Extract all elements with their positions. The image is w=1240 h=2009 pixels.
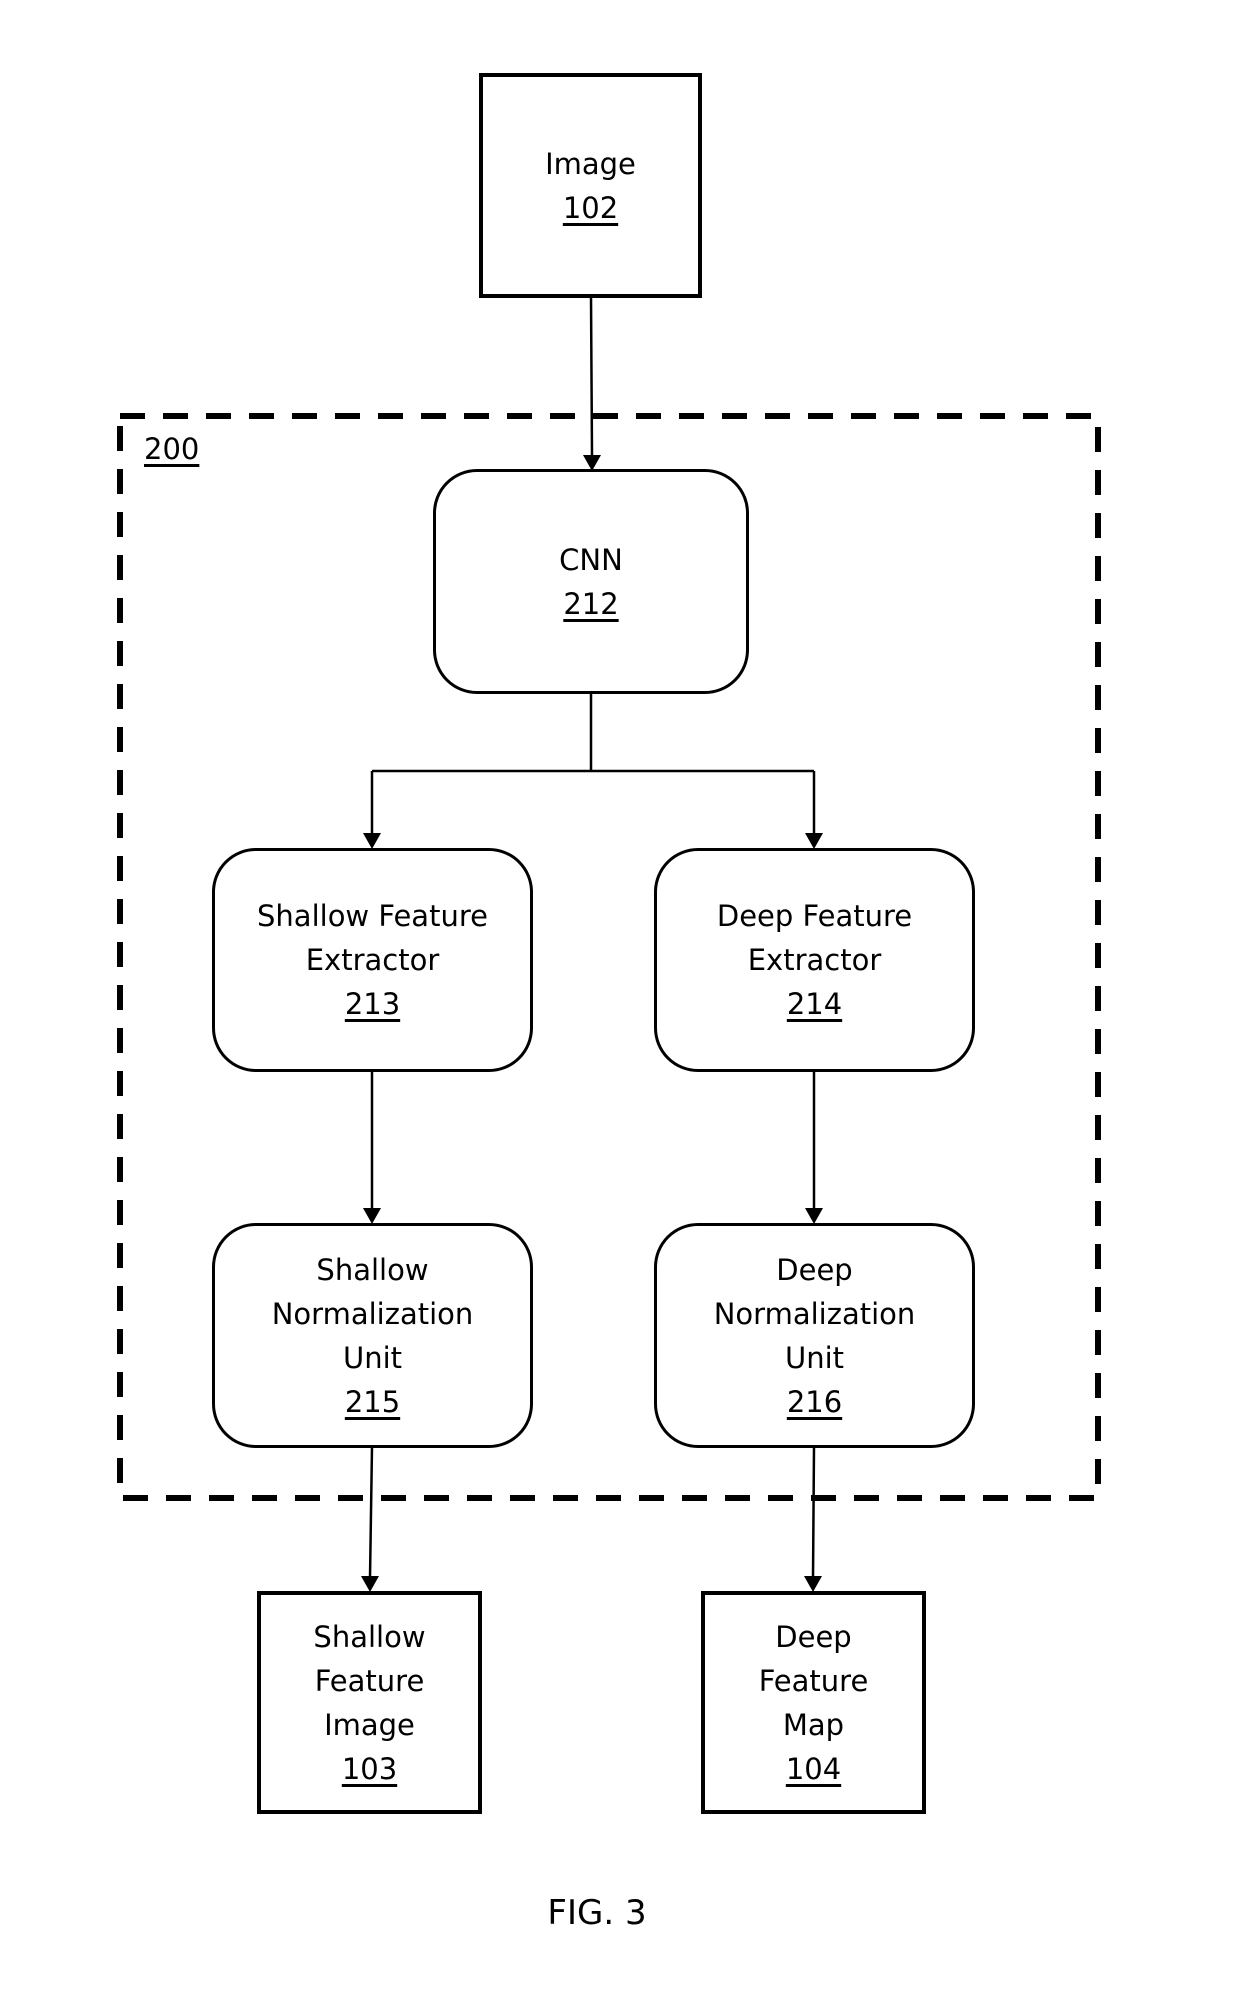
- node-label-line: Feature: [758, 1663, 869, 1698]
- node-label-line: Map: [782, 1707, 845, 1742]
- node-label: CNN: [559, 542, 623, 577]
- figure-caption: FIG. 3: [547, 1893, 647, 1933]
- node-image: Image 102: [479, 73, 702, 298]
- arrow-shallow-norm-to-output: [368, 1446, 374, 1579]
- node-deep-feature-map: Deep Feature Map 104: [701, 1591, 926, 1814]
- arrowhead: [363, 833, 381, 849]
- node-label-line: Normalization: [271, 1296, 474, 1331]
- node-label-line: Extractor: [305, 943, 440, 977]
- arrowhead: [361, 1576, 379, 1592]
- node-label-line: Shallow: [316, 1252, 429, 1287]
- node-label: Image: [545, 146, 636, 181]
- ref-number: 103: [341, 1751, 398, 1786]
- system-ref-label: 200: [144, 432, 199, 466]
- node-label-line: Image: [324, 1707, 415, 1742]
- node-label-line: Deep: [775, 1619, 852, 1654]
- arrow-image-to-cnn: [589, 296, 594, 456]
- arrowhead: [805, 1208, 823, 1224]
- node-deep-feature-extractor: Deep Feature Extractor 214: [654, 848, 975, 1072]
- node-label-line: Unit: [784, 1340, 845, 1375]
- node-label-line: Unit: [342, 1340, 403, 1375]
- ref-number: 215: [344, 1384, 401, 1419]
- node-shallow-feature-extractor: Shallow Feature Extractor 213: [212, 848, 533, 1072]
- ref-number: 104: [785, 1751, 842, 1786]
- ref-number: 212: [563, 586, 619, 621]
- ref-number: 214: [786, 987, 843, 1021]
- arrowhead: [363, 1208, 381, 1224]
- node-label-line: Shallow Feature: [257, 899, 488, 933]
- node-label-line: Deep Feature: [716, 899, 913, 933]
- connectors: [117, 296, 1101, 1592]
- arrowhead: [804, 1576, 822, 1592]
- ref-number: 216: [786, 1384, 843, 1419]
- node-label-line: Shallow: [313, 1619, 426, 1654]
- arrowhead: [805, 833, 823, 849]
- arrow-deep-norm-to-output: [811, 1446, 816, 1579]
- node-cnn: CNN 212: [433, 469, 749, 694]
- node-shallow-feature-image: Shallow Feature Image 103: [257, 1591, 482, 1814]
- ref-number: 213: [344, 987, 401, 1021]
- node-label-line: Extractor: [747, 943, 882, 977]
- node-label-line: Normalization: [713, 1296, 916, 1331]
- node-shallow-normalization-unit: Shallow Normalization Unit 215: [212, 1223, 533, 1448]
- node-label-line: Deep: [776, 1252, 853, 1287]
- ref-number: 102: [562, 190, 619, 225]
- node-deep-normalization-unit: Deep Normalization Unit 216: [654, 1223, 975, 1448]
- node-label-line: Feature: [314, 1663, 425, 1698]
- ref-number: 200: [144, 432, 200, 466]
